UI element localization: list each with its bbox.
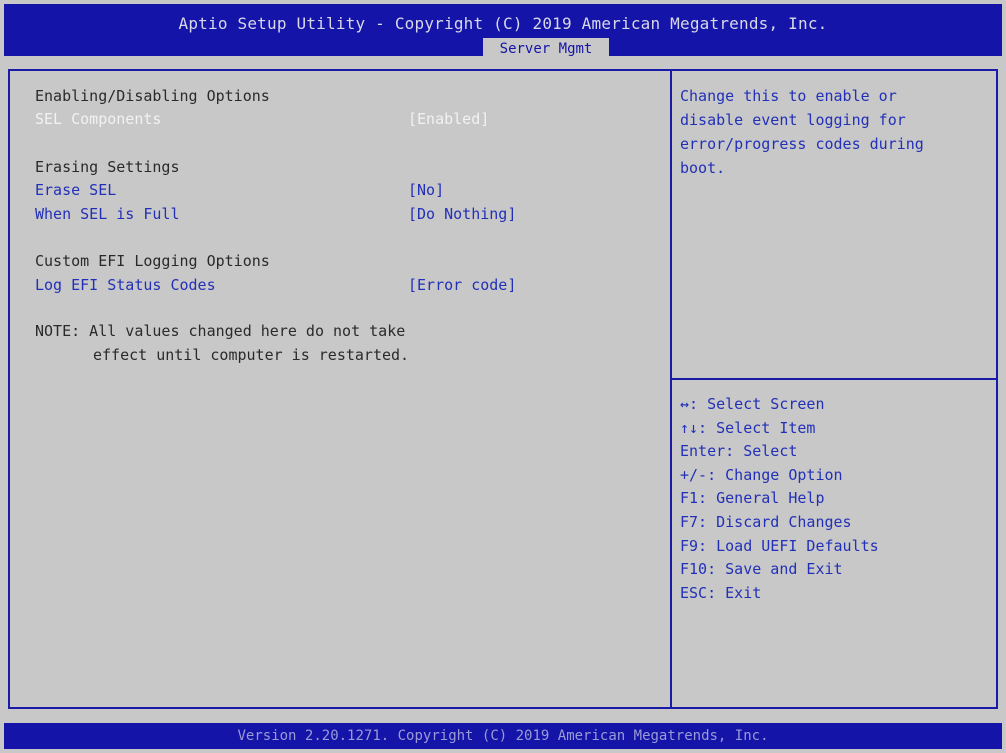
key-hint-load-defaults: F9: Load UEFI Defaults [680, 536, 879, 555]
help-line: boot. [680, 159, 726, 177]
section-heading-efi-logging: Custom EFI Logging Options [35, 252, 270, 270]
note-line-1: NOTE: All values changed here do not tak… [35, 322, 406, 340]
version-footer: Version 2.20.1271. Copyright (C) 2019 Am… [4, 723, 1002, 749]
note-line-2: effect until computer is restarted. [93, 346, 410, 364]
help-line: disable event logging for [680, 111, 906, 129]
help-line: error/progress codes during [680, 135, 924, 153]
section-heading-erasing: Erasing Settings [35, 158, 180, 176]
app-title: Aptio Setup Utility - Copyright (C) 2019… [178, 14, 828, 33]
setting-log-efi-status-codes-value[interactable]: [Error code] [408, 275, 516, 295]
setting-erase-sel-value[interactable]: [No] [408, 180, 444, 200]
help-line: Change this to enable or [680, 87, 897, 105]
title-bar: Aptio Setup Utility - Copyright (C) 2019… [4, 4, 1002, 60]
setting-erase-sel[interactable]: Erase SEL [35, 180, 116, 200]
vertical-divider [670, 71, 672, 707]
tab-server-mgmt[interactable]: Server Mgmt [483, 38, 609, 60]
setting-sel-components-value[interactable]: [Enabled] [408, 109, 489, 129]
key-hint-change-option: +/-: Change Option [680, 465, 843, 484]
key-hint-select-screen: ↔: Select Screen [680, 395, 825, 413]
setting-when-sel-full[interactable]: When SEL is Full [35, 204, 180, 224]
key-hint-select-item: ↑↓: Select Item [680, 418, 816, 437]
setting-sel-components[interactable]: SEL Components [35, 109, 161, 129]
setting-when-sel-full-value[interactable]: [Do Nothing] [408, 204, 516, 224]
help-text: Change this to enable or disable event l… [680, 84, 980, 180]
key-legend: ↔: Select Screen ↑↓: Select Item Enter: … [680, 393, 879, 605]
setting-log-efi-status-codes[interactable]: Log EFI Status Codes [35, 275, 216, 295]
main-panel: Enabling/Disabling Options SEL Component… [8, 69, 998, 709]
key-hint-discard-changes: F7: Discard Changes [680, 512, 852, 531]
key-hint-enter: Enter: Select [680, 442, 798, 461]
bios-setup-screen: Aptio Setup Utility - Copyright (C) 2019… [0, 0, 1006, 753]
key-hint-save-exit: F10: Save and Exit [680, 560, 843, 579]
key-hint-exit: ESC: Exit [680, 583, 762, 602]
section-heading-enabling: Enabling/Disabling Options [35, 87, 270, 105]
horizontal-divider [672, 378, 996, 380]
key-hint-general-help: F1: General Help [680, 489, 825, 508]
